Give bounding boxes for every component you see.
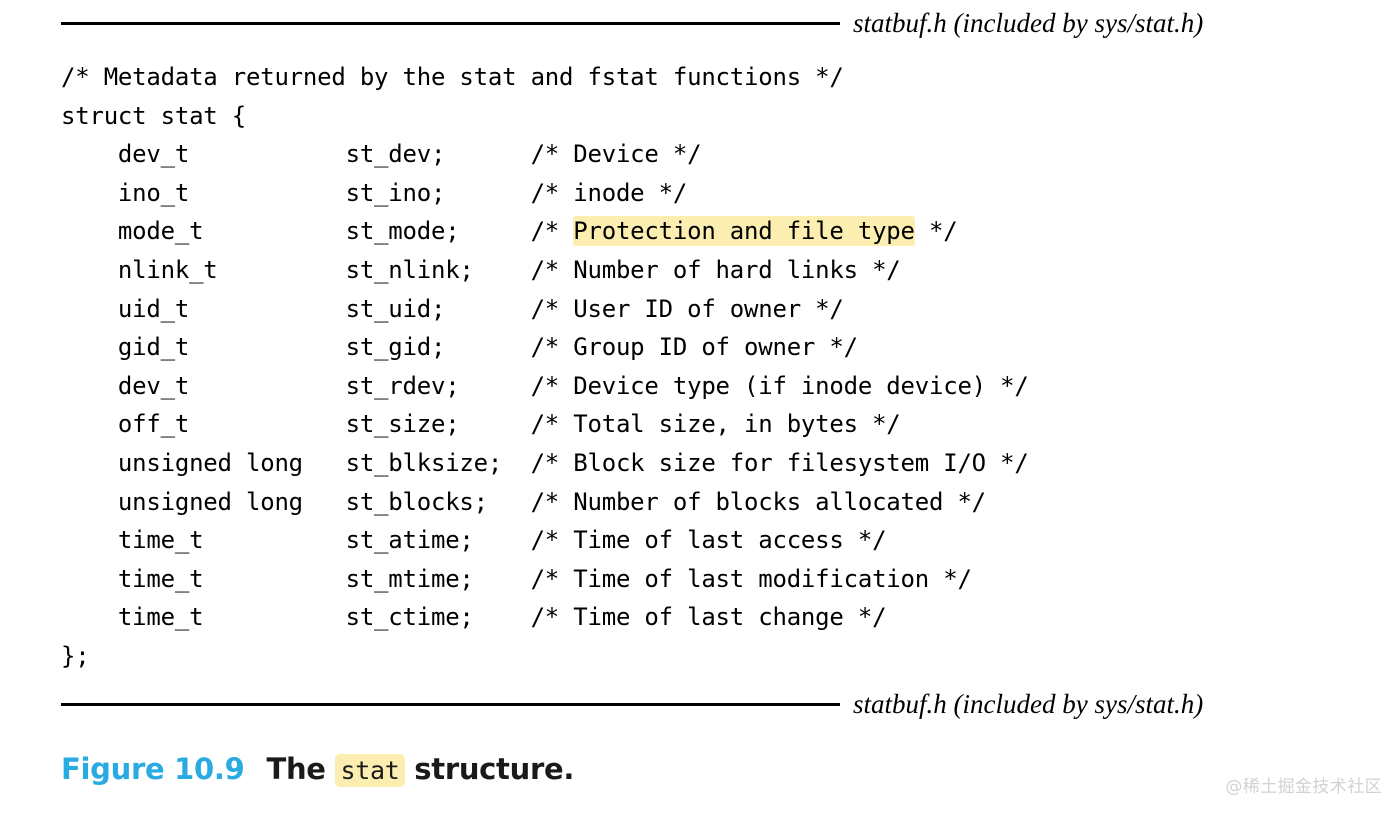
code-line: uid_t st_uid; /* User ID of owner */: [61, 290, 1361, 329]
code-text: */: [914, 217, 958, 246]
caption-suffix: structure.: [404, 752, 575, 786]
code-text: unsigned long st_blksize; /* Block size …: [61, 448, 1029, 477]
code-text: time_t st_atime; /* Time of last access …: [61, 526, 887, 555]
code-text: time_t st_ctime; /* Time of last change …: [61, 603, 887, 632]
code-line: };: [61, 637, 1361, 676]
code-line: off_t st_size; /* Total size, in bytes *…: [61, 405, 1361, 444]
code-text: nlink_t st_nlink; /* Number of hard link…: [61, 255, 901, 284]
code-text: /* Metadata returned by the stat and fst…: [61, 63, 844, 91]
code-line: gid_t st_gid; /* Group ID of owner */: [61, 328, 1361, 367]
code-line: unsigned long st_blksize; /* Block size …: [61, 444, 1361, 483]
code-line: /* Metadata returned by the stat and fst…: [61, 58, 1361, 97]
figure-top-rule-row: statbuf.h (included by sys/stat.h): [61, 6, 1351, 40]
code-text: gid_t st_gid; /* Group ID of owner */: [61, 333, 858, 362]
caption-code-term: stat: [335, 754, 405, 787]
code-line: mode_t st_mode; /* Protection and file t…: [61, 212, 1361, 251]
code-text: unsigned long st_blocks; /* Number of bl…: [61, 487, 986, 516]
code-highlight: Protection and file type: [573, 216, 915, 247]
figure-caption: Figure 10.9 The stat structure.: [61, 752, 575, 787]
code-line: dev_t st_dev; /* Device */: [61, 135, 1361, 174]
code-text: struct stat {: [61, 101, 246, 130]
code-listing: /* Metadata returned by the stat and fst…: [61, 58, 1361, 676]
source-file-label-bottom: statbuf.h (included by sys/stat.h): [853, 689, 1204, 719]
code-line: nlink_t st_nlink; /* Number of hard link…: [61, 251, 1361, 290]
figure-stat-structure: statbuf.h (included by sys/stat.h) /* Me…: [0, 0, 1398, 818]
code-text: dev_t st_dev; /* Device */: [61, 140, 702, 169]
code-text: time_t st_mtime; /* Time of last modific…: [61, 564, 972, 593]
figure-caption-text: The stat structure.: [266, 752, 575, 787]
code-text: };: [61, 641, 90, 670]
code-line: time_t st_mtime; /* Time of last modific…: [61, 560, 1361, 599]
code-text: ino_t st_ino; /* inode */: [61, 178, 688, 207]
code-line: struct stat {: [61, 97, 1361, 136]
code-text: dev_t st_rdev; /* Device type (if inode …: [61, 371, 1029, 400]
figure-number: Figure 10.9: [61, 752, 245, 786]
figure-bottom-rule-row: statbuf.h (included by sys/stat.h): [61, 687, 1351, 721]
code-text: mode_t st_mode; /*: [61, 217, 574, 246]
code-line: ino_t st_ino; /* inode */: [61, 174, 1361, 213]
code-line: unsigned long st_blocks; /* Number of bl…: [61, 483, 1361, 522]
caption-prefix: The: [266, 752, 336, 786]
code-text: uid_t st_uid; /* User ID of owner */: [61, 294, 844, 323]
watermark: @稀土掘金技术社区: [1225, 777, 1382, 797]
code-text: off_t st_size; /* Total size, in bytes *…: [61, 410, 901, 439]
source-file-label-top: statbuf.h (included by sys/stat.h): [853, 8, 1204, 38]
horizontal-rule: [61, 21, 840, 25]
code-line: time_t st_ctime; /* Time of last change …: [61, 598, 1361, 637]
code-line: time_t st_atime; /* Time of last access …: [61, 521, 1361, 560]
horizontal-rule: [61, 702, 840, 706]
code-line: dev_t st_rdev; /* Device type (if inode …: [61, 367, 1361, 406]
